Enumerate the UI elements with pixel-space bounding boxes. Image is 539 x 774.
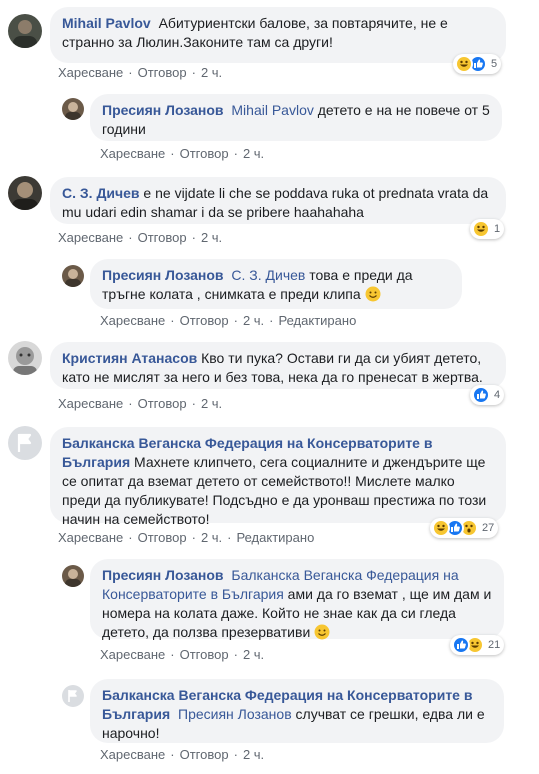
comment-time[interactable]: 2 ч. [243, 146, 264, 161]
comment-author[interactable]: Кристиян Атанасов [62, 350, 197, 366]
comment-time[interactable]: 2 ч. [201, 530, 222, 545]
comment: Кристиян Атанасов Кво ти пука? Остави ги… [0, 335, 539, 420]
reaction-summary[interactable]: 4 [470, 385, 505, 405]
comment-actions: Харесване · Отговор · 2 ч. · Редактирано [58, 530, 315, 545]
comment-bubble: Кристиян Атанасов Кво ти пука? Остави ги… [50, 342, 506, 389]
reply-button[interactable]: Отговор [180, 747, 229, 762]
avatar[interactable] [62, 265, 84, 287]
haha-reaction-icon [472, 220, 490, 238]
avatar[interactable] [62, 565, 84, 587]
reply-button[interactable]: Отговор [138, 396, 187, 411]
like-button[interactable]: Харесване [58, 65, 123, 80]
comment-actions: Харесване · Отговор · 2 ч. [100, 747, 265, 762]
comment: С. З. Дичев e ne vijdate li che se podda… [0, 170, 539, 255]
reaction-count: 5 [491, 58, 498, 70]
like-reaction-icon [472, 386, 490, 404]
comment-bubble: С. З. Дичев e ne vijdate li che se podda… [50, 177, 506, 224]
comment-actions: Харесване · Отговор · 2 ч. · Редактирано [100, 313, 357, 328]
smile-emoji-icon [314, 624, 330, 640]
reply: Пресиян Лозанов С. З. Дичев това е преди… [0, 255, 539, 335]
comment: Балканска Веганска Федерация на Консерва… [0, 420, 539, 555]
comment-time[interactable]: 2 ч. [201, 65, 222, 80]
reaction-summary[interactable]: 1 [470, 219, 505, 239]
haha-reaction-icon [432, 519, 450, 537]
mention-link[interactable]: Mihail Pavlov [231, 102, 313, 118]
mention-link[interactable]: Пресиян Лозанов [178, 706, 292, 722]
reply: Пресиян Лозанов Mihail Pavlov детето е н… [0, 90, 539, 170]
reply: Пресиян Лозанов Балканска Веганска Федер… [0, 555, 539, 675]
reply: Балканска Веганска Федерация на Консерва… [0, 675, 539, 774]
comment-time[interactable]: 2 ч. [201, 230, 222, 245]
avatar[interactable] [8, 176, 42, 210]
comment-bubble: Пресиян Лозанов Балканска Веганска Федер… [90, 559, 504, 640]
reply-button[interactable]: Отговор [180, 146, 229, 161]
comment-bubble: Mihail Pavlov Абитуриентски балове, за п… [50, 7, 506, 63]
like-button[interactable]: Харесване [58, 396, 123, 411]
reply-button[interactable]: Отговор [180, 313, 229, 328]
comment-author[interactable]: С. З. Дичев [62, 185, 140, 201]
like-button[interactable]: Харесване [58, 230, 123, 245]
comment-bubble: Балканска Веганска Федерация на Консерва… [90, 679, 504, 743]
comment-actions: Харесване · Отговор · 2 ч. [100, 146, 265, 161]
like-button[interactable]: Харесване [100, 647, 165, 662]
comment-bubble: Пресиян Лозанов С. З. Дичев това е преди… [90, 259, 462, 309]
smile-emoji-icon [365, 286, 381, 302]
haha-reaction-icon [455, 55, 473, 73]
comment-bubble: Пресиян Лозанов Mihail Pavlov детето е н… [90, 94, 502, 141]
comment-author[interactable]: Пресиян Лозанов [102, 267, 224, 283]
reaction-count: 1 [494, 223, 501, 235]
reaction-summary[interactable]: 5 [453, 54, 502, 74]
reaction-summary[interactable]: 21 [450, 635, 505, 655]
comment-time[interactable]: 2 ч. [201, 396, 222, 411]
comment-time[interactable]: 2 ч. [243, 313, 264, 328]
comment-actions: Харесване · Отговор · 2 ч. [58, 396, 223, 411]
avatar[interactable] [62, 98, 84, 120]
mention-link[interactable]: С. З. Дичев [231, 267, 305, 283]
reaction-count: 4 [494, 389, 501, 401]
comment-actions: Харесване · Отговор · 2 ч. [100, 647, 265, 662]
avatar[interactable] [8, 14, 42, 48]
comment: Mihail Pavlov Абитуриентски балове, за п… [0, 0, 539, 90]
like-button[interactable]: Харесване [100, 747, 165, 762]
comment-actions: Харесване · Отговор · 2 ч. [58, 65, 223, 80]
reaction-summary[interactable]: 27 [430, 518, 499, 538]
reply-button[interactable]: Отговор [138, 230, 187, 245]
like-button[interactable]: Харесване [100, 146, 165, 161]
reply-button[interactable]: Отговор [138, 530, 187, 545]
reply-button[interactable]: Отговор [138, 65, 187, 80]
page-avatar[interactable] [8, 426, 42, 460]
comment-author[interactable]: Mihail Pavlov [62, 15, 151, 31]
avatar[interactable] [8, 341, 42, 375]
comment-actions: Харесване · Отговор · 2 ч. [58, 230, 223, 245]
comment-bubble: Балканска Веганска Федерация на Консерва… [50, 427, 506, 527]
reaction-count: 21 [488, 639, 501, 651]
comment-time[interactable]: 2 ч. [243, 647, 264, 662]
reply-button[interactable]: Отговор [180, 647, 229, 662]
comment-author[interactable]: Пресиян Лозанов [102, 102, 224, 118]
reaction-count: 27 [482, 522, 495, 534]
like-button[interactable]: Харесване [58, 530, 123, 545]
edited-label[interactable]: Редактирано [279, 313, 357, 328]
like-reaction-icon [452, 636, 470, 654]
like-button[interactable]: Харесване [100, 313, 165, 328]
edited-label[interactable]: Редактирано [237, 530, 315, 545]
page-avatar[interactable] [62, 685, 84, 707]
comment-time[interactable]: 2 ч. [243, 747, 264, 762]
comment-author[interactable]: Пресиян Лозанов [102, 567, 224, 583]
